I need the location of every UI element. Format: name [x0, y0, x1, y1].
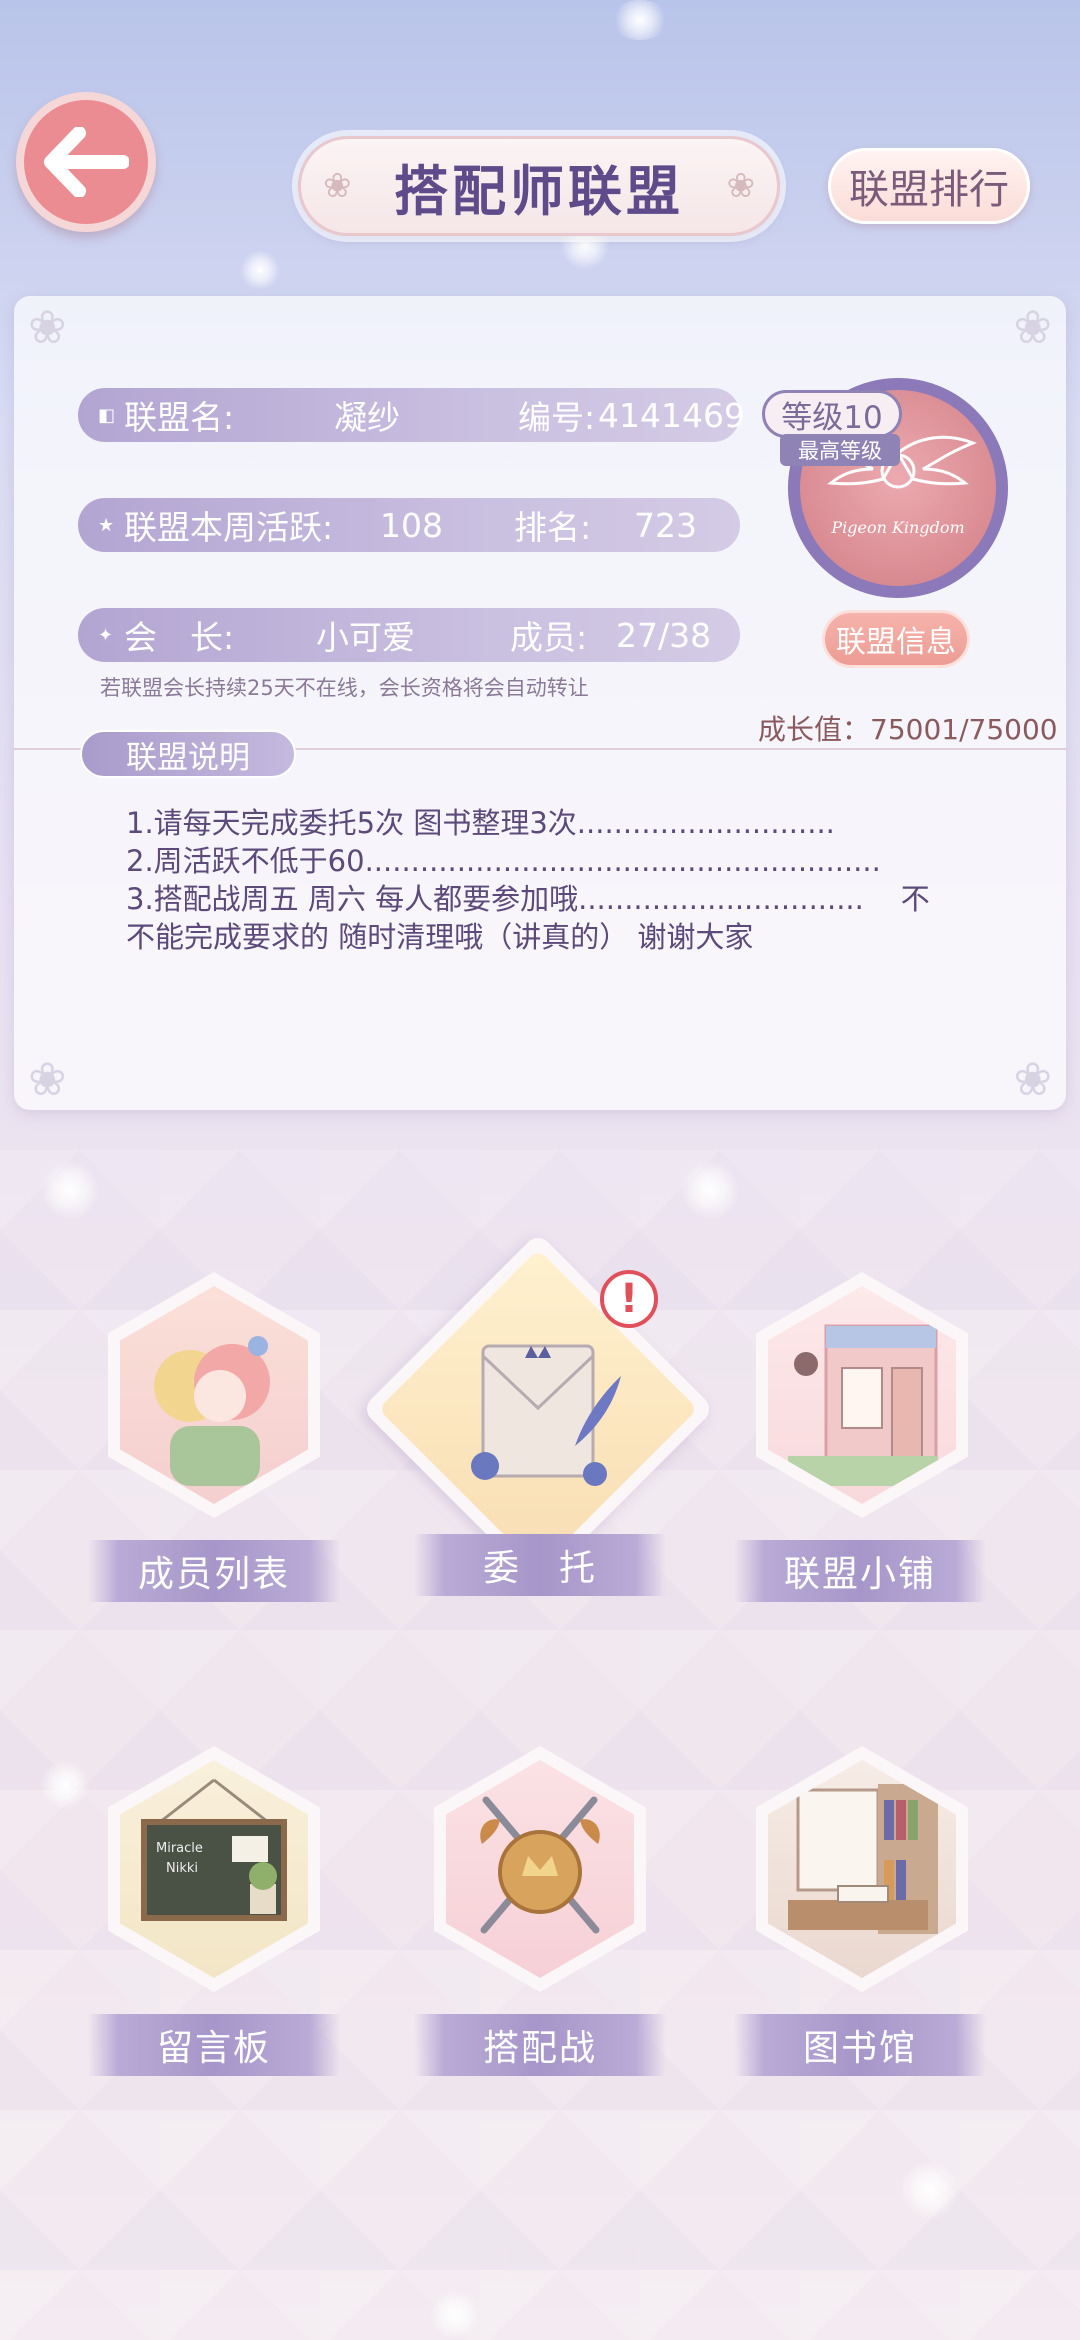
page-title: 搭配师联盟 — [394, 159, 684, 223]
board-text-line2: Nikki — [166, 1861, 198, 1876]
weekly-activity-value: 108 — [380, 505, 443, 545]
alliance-ranking-button[interactable]: 联盟排行 — [828, 148, 1030, 224]
library-bookshelf-icon — [788, 1784, 938, 1934]
sparkle — [900, 2160, 960, 2220]
alliance-name-label: 联盟名: — [124, 398, 235, 437]
message-board-label: 留言板 — [88, 2014, 340, 2076]
page-title-plate: ❀ 搭配师联盟 ❀ — [298, 136, 780, 236]
sparkle — [680, 1160, 740, 1220]
commission-label: 委 托 — [414, 1534, 666, 1596]
leader-row: ✦ 会 长: 小可爱 成员: 27/38 — [78, 608, 740, 662]
max-level-tag: 最高等级 — [780, 434, 900, 466]
envelope-quill-icon — [471, 1344, 621, 1486]
sparkle-icon: ✦ — [98, 624, 114, 646]
description-tab: 联盟说明 — [80, 730, 296, 778]
board-text-line1: Miracle — [156, 1841, 203, 1856]
sparkle — [240, 250, 280, 290]
shop-storefront-icon — [788, 1324, 938, 1486]
members-illustration-icon — [154, 1336, 270, 1486]
star-icon: ★ — [98, 514, 115, 536]
sparkle — [610, 0, 670, 40]
members-list-label: 成员列表 — [88, 1540, 340, 1602]
emblem-text: Pigeon Kingdom — [830, 518, 964, 537]
back-button[interactable] — [16, 92, 156, 232]
weekly-activity-label: 联盟本周活跃: — [124, 508, 334, 547]
styling-battle-label: 搭配战 — [414, 2014, 666, 2076]
leader-value: 小可爱 — [316, 618, 415, 657]
rose-corner-icon: ❀ — [1013, 1052, 1052, 1106]
book-icon: ◧ — [98, 404, 116, 426]
alliance-description: 1.请每天完成委托5次 图书整理3次......................… — [126, 806, 930, 954]
leader-label: 会 长: — [124, 618, 235, 657]
alliance-id-value: 4141469 — [598, 395, 745, 435]
sparkle — [430, 2290, 480, 2340]
alliance-info-button[interactable]: 联盟信息 — [822, 610, 970, 668]
rose-icon: ❀ — [726, 166, 756, 206]
rank-label: 排名: — [514, 508, 592, 547]
alert-badge-icon: ! — [600, 1270, 658, 1328]
members-value: 27/38 — [616, 615, 712, 655]
rose-corner-icon: ❀ — [28, 1052, 67, 1106]
alliance-shop-label: 联盟小铺 — [734, 1540, 986, 1602]
weekly-activity-row: ★ 联盟本周活跃: 108 排名: 723 — [78, 498, 740, 552]
members-label: 成员: — [510, 618, 588, 657]
sparkle — [40, 1760, 90, 1810]
chalkboard-icon: Miracle Nikki — [141, 1778, 287, 1921]
rose-corner-icon: ❀ — [1013, 300, 1052, 354]
rose-corner-icon: ❀ — [28, 300, 67, 354]
leader-transfer-note: 若联盟会长持续25天不在线，会长资格将会自动转让 — [100, 676, 589, 700]
alliance-name-value: 凝纱 — [334, 398, 400, 437]
alliance-id-label: 编号: — [518, 398, 596, 437]
alliance-name-row: ◧ 联盟名: 凝纱 编号: 4141469 — [78, 388, 745, 442]
rank-value: 723 — [634, 505, 697, 545]
rose-icon: ❀ — [323, 166, 352, 206]
arrow-left-icon — [44, 127, 129, 197]
library-label: 图书馆 — [734, 2014, 986, 2076]
growth-value: 成长值：75001/75000 — [758, 713, 1058, 746]
sparkle — [40, 1160, 100, 1220]
crossed-swords-crest-icon — [480, 1796, 600, 1934]
level-badge: 等级10 — [762, 390, 902, 438]
